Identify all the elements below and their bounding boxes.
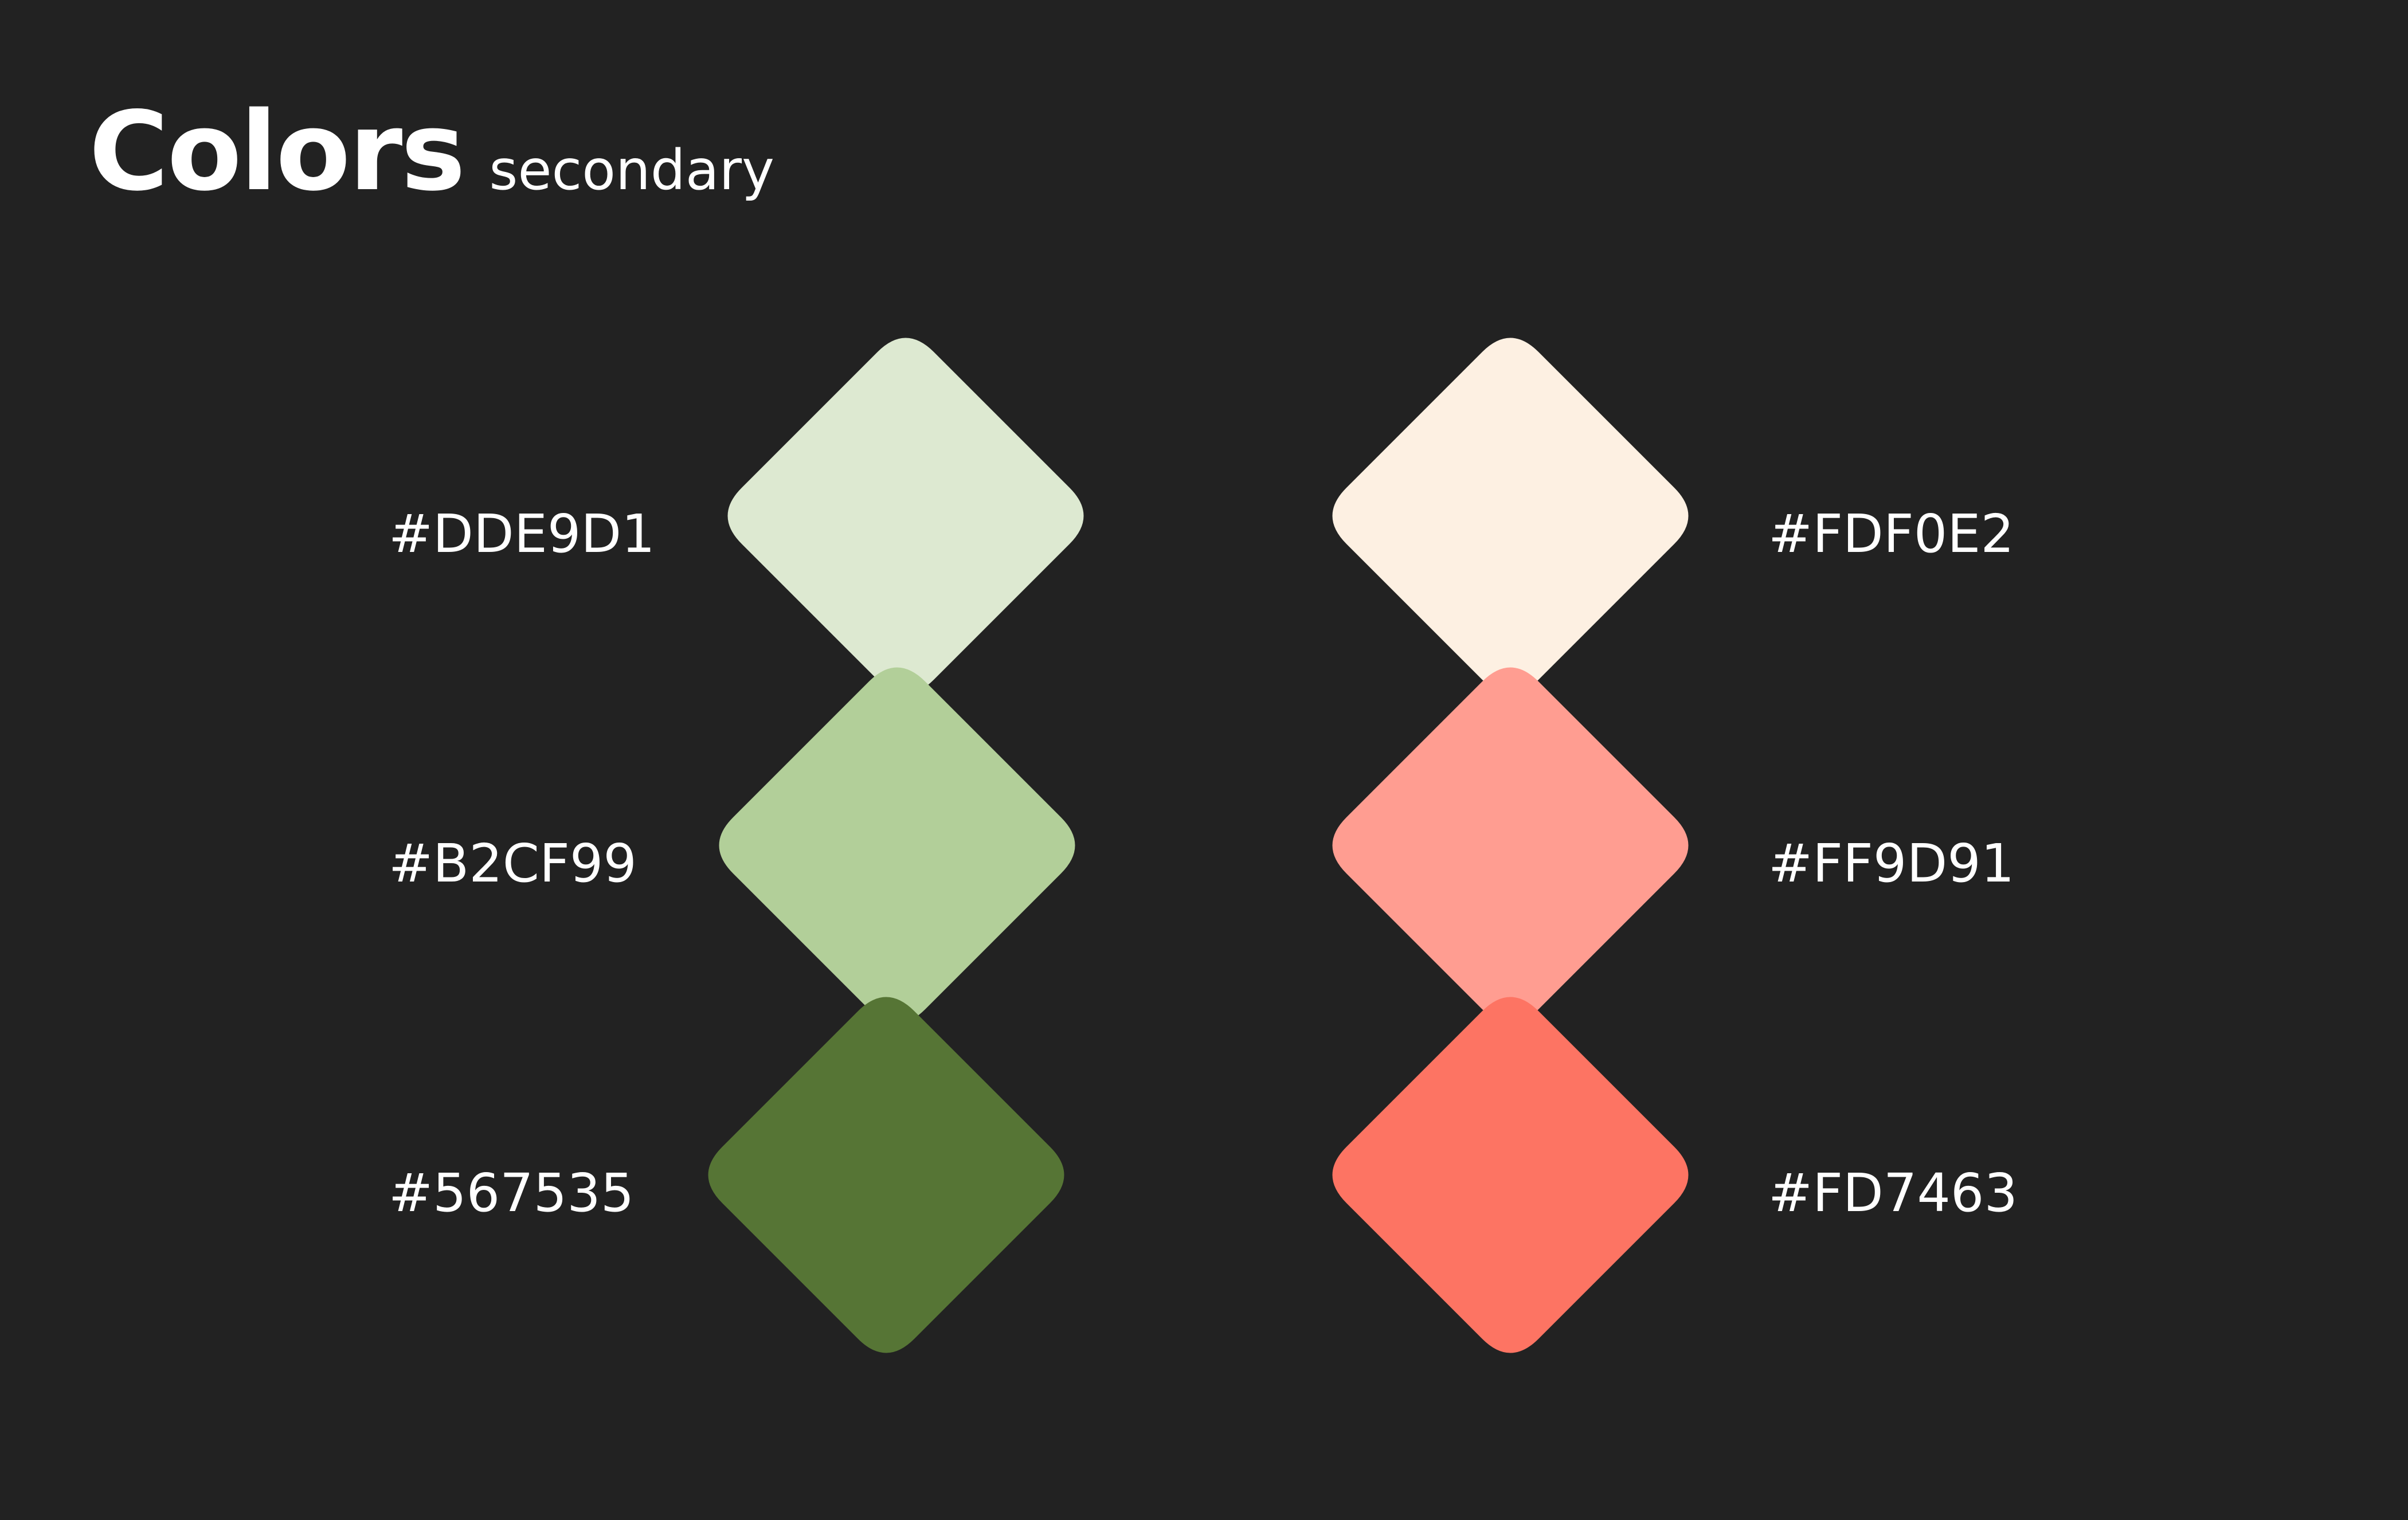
hex-label-right-1: #FDF0E2 (1768, 503, 2014, 565)
swatch-left-1 (727, 338, 1084, 694)
swatch-stack (708, 338, 1689, 1353)
hex-label-right-3: #FD7463 (1768, 1162, 2018, 1224)
swatch-right-2 (1332, 667, 1689, 1024)
swatch-right-3 (1332, 997, 1689, 1353)
palette-canvas: Colors secondary #DDE9D1 #B2CF99 #567535 … (0, 0, 2408, 1520)
swatch-right-1 (1332, 338, 1689, 694)
hex-label-left-1: #DDE9D1 (389, 503, 655, 565)
hex-label-left-3: #567535 (389, 1162, 635, 1224)
swatch-left-2 (719, 667, 1075, 1024)
hex-label-left-2: #B2CF99 (389, 833, 637, 894)
hex-label-right-2: #FF9D91 (1768, 833, 2015, 894)
swatch-left-3 (708, 997, 1064, 1353)
